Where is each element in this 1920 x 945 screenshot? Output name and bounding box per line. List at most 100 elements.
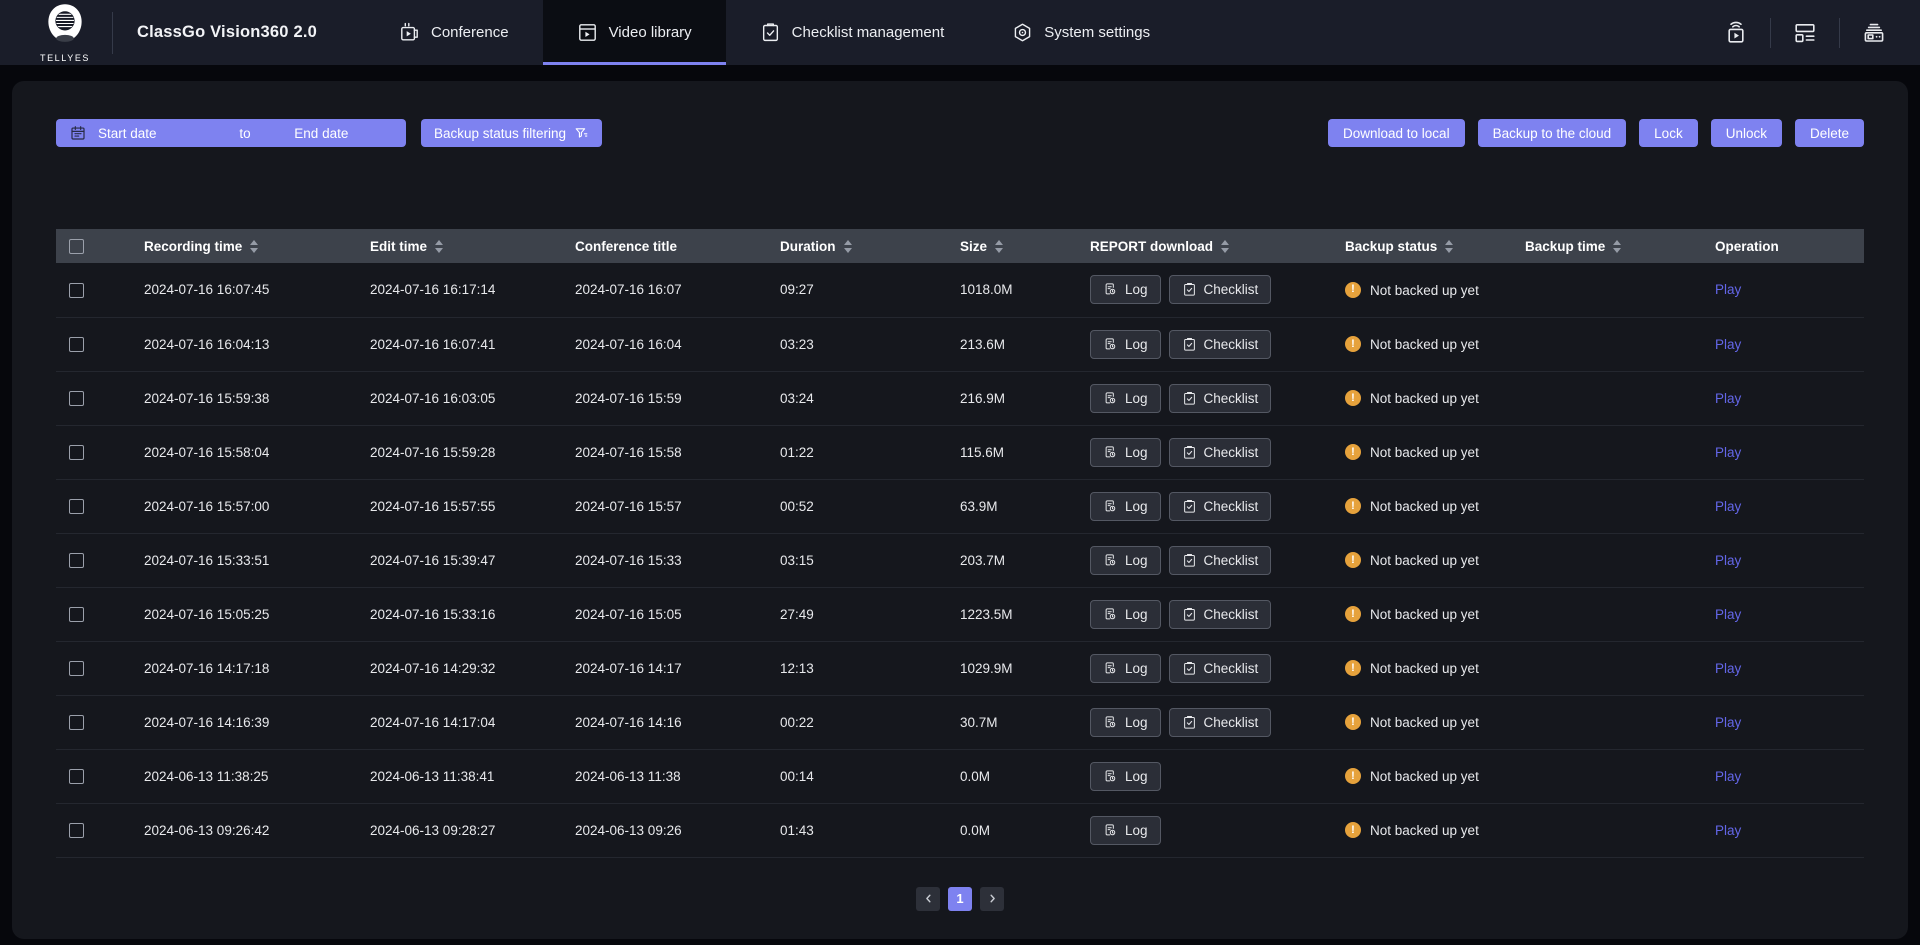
log-download-button[interactable]: Log [1090, 600, 1161, 629]
log-icon [1103, 553, 1118, 568]
checklist-download-button[interactable]: Checklist [1169, 275, 1272, 304]
table-row: 2024-07-16 15:59:382024-07-16 16:03:0520… [56, 371, 1864, 425]
log-download-button[interactable]: Log [1090, 762, 1161, 791]
play-link[interactable]: Play [1715, 823, 1741, 838]
row-checkbox[interactable] [69, 607, 84, 622]
play-link[interactable]: Play [1715, 391, 1741, 406]
sort-icon[interactable] [1221, 240, 1229, 253]
checklist-download-button[interactable]: Checklist [1169, 384, 1272, 413]
play-link[interactable]: Play [1715, 715, 1741, 730]
sort-icon[interactable] [1613, 240, 1621, 253]
row-checkbox[interactable] [69, 283, 84, 298]
play-link[interactable]: Play [1715, 553, 1741, 568]
tab-system-settings[interactable]: System settings [978, 0, 1184, 65]
column-header-backup-time[interactable]: Backup time [1501, 229, 1691, 263]
tab-video-library[interactable]: Video library [543, 0, 726, 65]
warning-icon [1345, 606, 1361, 622]
backup-status-filter-button[interactable]: Backup status filtering [421, 119, 602, 147]
column-header-edit-time[interactable]: Edit time [346, 229, 551, 263]
column-header-recording-time[interactable]: Recording time [120, 229, 346, 263]
log-icon [1103, 823, 1118, 838]
checklist-download-button[interactable]: Checklist [1169, 330, 1272, 359]
warning-icon [1345, 660, 1361, 676]
log-download-button[interactable]: Log [1090, 492, 1161, 521]
layout-icon[interactable] [1793, 21, 1817, 45]
cell-recording-time: 2024-07-16 15:05:25 [120, 587, 346, 641]
log-download-button[interactable]: Log [1090, 816, 1161, 845]
row-checkbox[interactable] [69, 823, 84, 838]
row-checkbox[interactable] [69, 391, 84, 406]
row-checkbox[interactable] [69, 715, 84, 730]
cell-recording-time: 2024-06-13 11:38:25 [120, 749, 346, 803]
cell-backup-status: Not backed up yet [1321, 587, 1501, 641]
next-page-button[interactable] [980, 887, 1004, 911]
delete-button[interactable]: Delete [1795, 119, 1864, 147]
log-download-button[interactable]: Log [1090, 546, 1161, 575]
backup-to-the-cloud-button[interactable]: Backup to the cloud [1478, 119, 1627, 147]
checklist-download-button[interactable]: Checklist [1169, 546, 1272, 575]
sort-icon[interactable] [435, 240, 443, 253]
play-link[interactable]: Play [1715, 499, 1741, 514]
end-date-field[interactable]: End date [251, 126, 392, 141]
column-header-backup-status[interactable]: Backup status [1321, 229, 1501, 263]
play-link[interactable]: Play [1715, 445, 1741, 460]
log-icon [1103, 769, 1118, 784]
cell-backup-status: Not backed up yet [1321, 695, 1501, 749]
table-row: 2024-07-16 14:17:182024-07-16 14:29:3220… [56, 641, 1864, 695]
play-link[interactable]: Play [1715, 661, 1741, 676]
start-date-field[interactable]: Start date [98, 126, 239, 141]
log-download-button[interactable]: Log [1090, 275, 1161, 304]
cell-edit-time: 2024-07-16 16:03:05 [346, 371, 551, 425]
backup-status-text: Not backed up yet [1370, 499, 1479, 514]
tab-checklist-management[interactable]: Checklist management [726, 0, 979, 65]
prev-page-button[interactable] [916, 887, 940, 911]
backup-status-text: Not backed up yet [1370, 769, 1479, 784]
page-1-button[interactable]: 1 [948, 887, 972, 911]
column-header-size[interactable]: Size [936, 229, 1066, 263]
logo-text: TELLYES [40, 53, 90, 63]
sort-icon[interactable] [995, 240, 1003, 253]
log-download-button[interactable]: Log [1090, 438, 1161, 467]
checklist-download-button[interactable]: Checklist [1169, 438, 1272, 467]
row-checkbox[interactable] [69, 445, 84, 460]
checklist-icon [1182, 661, 1197, 676]
recorder-device-icon[interactable] [1862, 21, 1886, 45]
cell-duration: 00:52 [756, 479, 936, 533]
lock-button[interactable]: Lock [1639, 119, 1698, 147]
row-checkbox[interactable] [69, 553, 84, 568]
date-range-picker[interactable]: Start date to End date [56, 119, 406, 147]
log-download-button[interactable]: Log [1090, 654, 1161, 683]
tab-conference[interactable]: Conference [365, 0, 543, 65]
sort-icon[interactable] [844, 240, 852, 253]
row-checkbox[interactable] [69, 337, 84, 352]
log-download-button[interactable]: Log [1090, 330, 1161, 359]
sort-icon[interactable] [250, 240, 258, 253]
table-row: 2024-07-16 15:33:512024-07-16 15:39:4720… [56, 533, 1864, 587]
checklist-icon [1182, 715, 1197, 730]
nav-quick-icons [1724, 0, 1920, 65]
row-checkbox[interactable] [69, 769, 84, 784]
checklist-download-button[interactable]: Checklist [1169, 600, 1272, 629]
log-download-button[interactable]: Log [1090, 708, 1161, 737]
download-to-local-button[interactable]: Download to local [1328, 119, 1465, 147]
checklist-download-button[interactable]: Checklist [1169, 708, 1272, 737]
play-link[interactable]: Play [1715, 607, 1741, 622]
play-link[interactable]: Play [1715, 769, 1741, 784]
select-all-checkbox[interactable] [69, 239, 84, 254]
sort-icon[interactable] [1445, 240, 1453, 253]
row-checkbox[interactable] [69, 499, 84, 514]
column-header-report-download[interactable]: REPORT download [1066, 229, 1321, 263]
play-link[interactable]: Play [1715, 282, 1741, 297]
play-link[interactable]: Play [1715, 337, 1741, 352]
checklist-download-button[interactable]: Checklist [1169, 654, 1272, 683]
cell-backup-status: Not backed up yet [1321, 263, 1501, 317]
cell-backup-time [1501, 425, 1691, 479]
checklist-download-button[interactable]: Checklist [1169, 492, 1272, 521]
log-download-button[interactable]: Log [1090, 384, 1161, 413]
filter-icon [574, 126, 589, 141]
live-cast-icon[interactable] [1724, 21, 1748, 45]
checklist-icon [1182, 282, 1197, 297]
unlock-button[interactable]: Unlock [1711, 119, 1782, 147]
column-header-duration[interactable]: Duration [756, 229, 936, 263]
row-checkbox[interactable] [69, 661, 84, 676]
